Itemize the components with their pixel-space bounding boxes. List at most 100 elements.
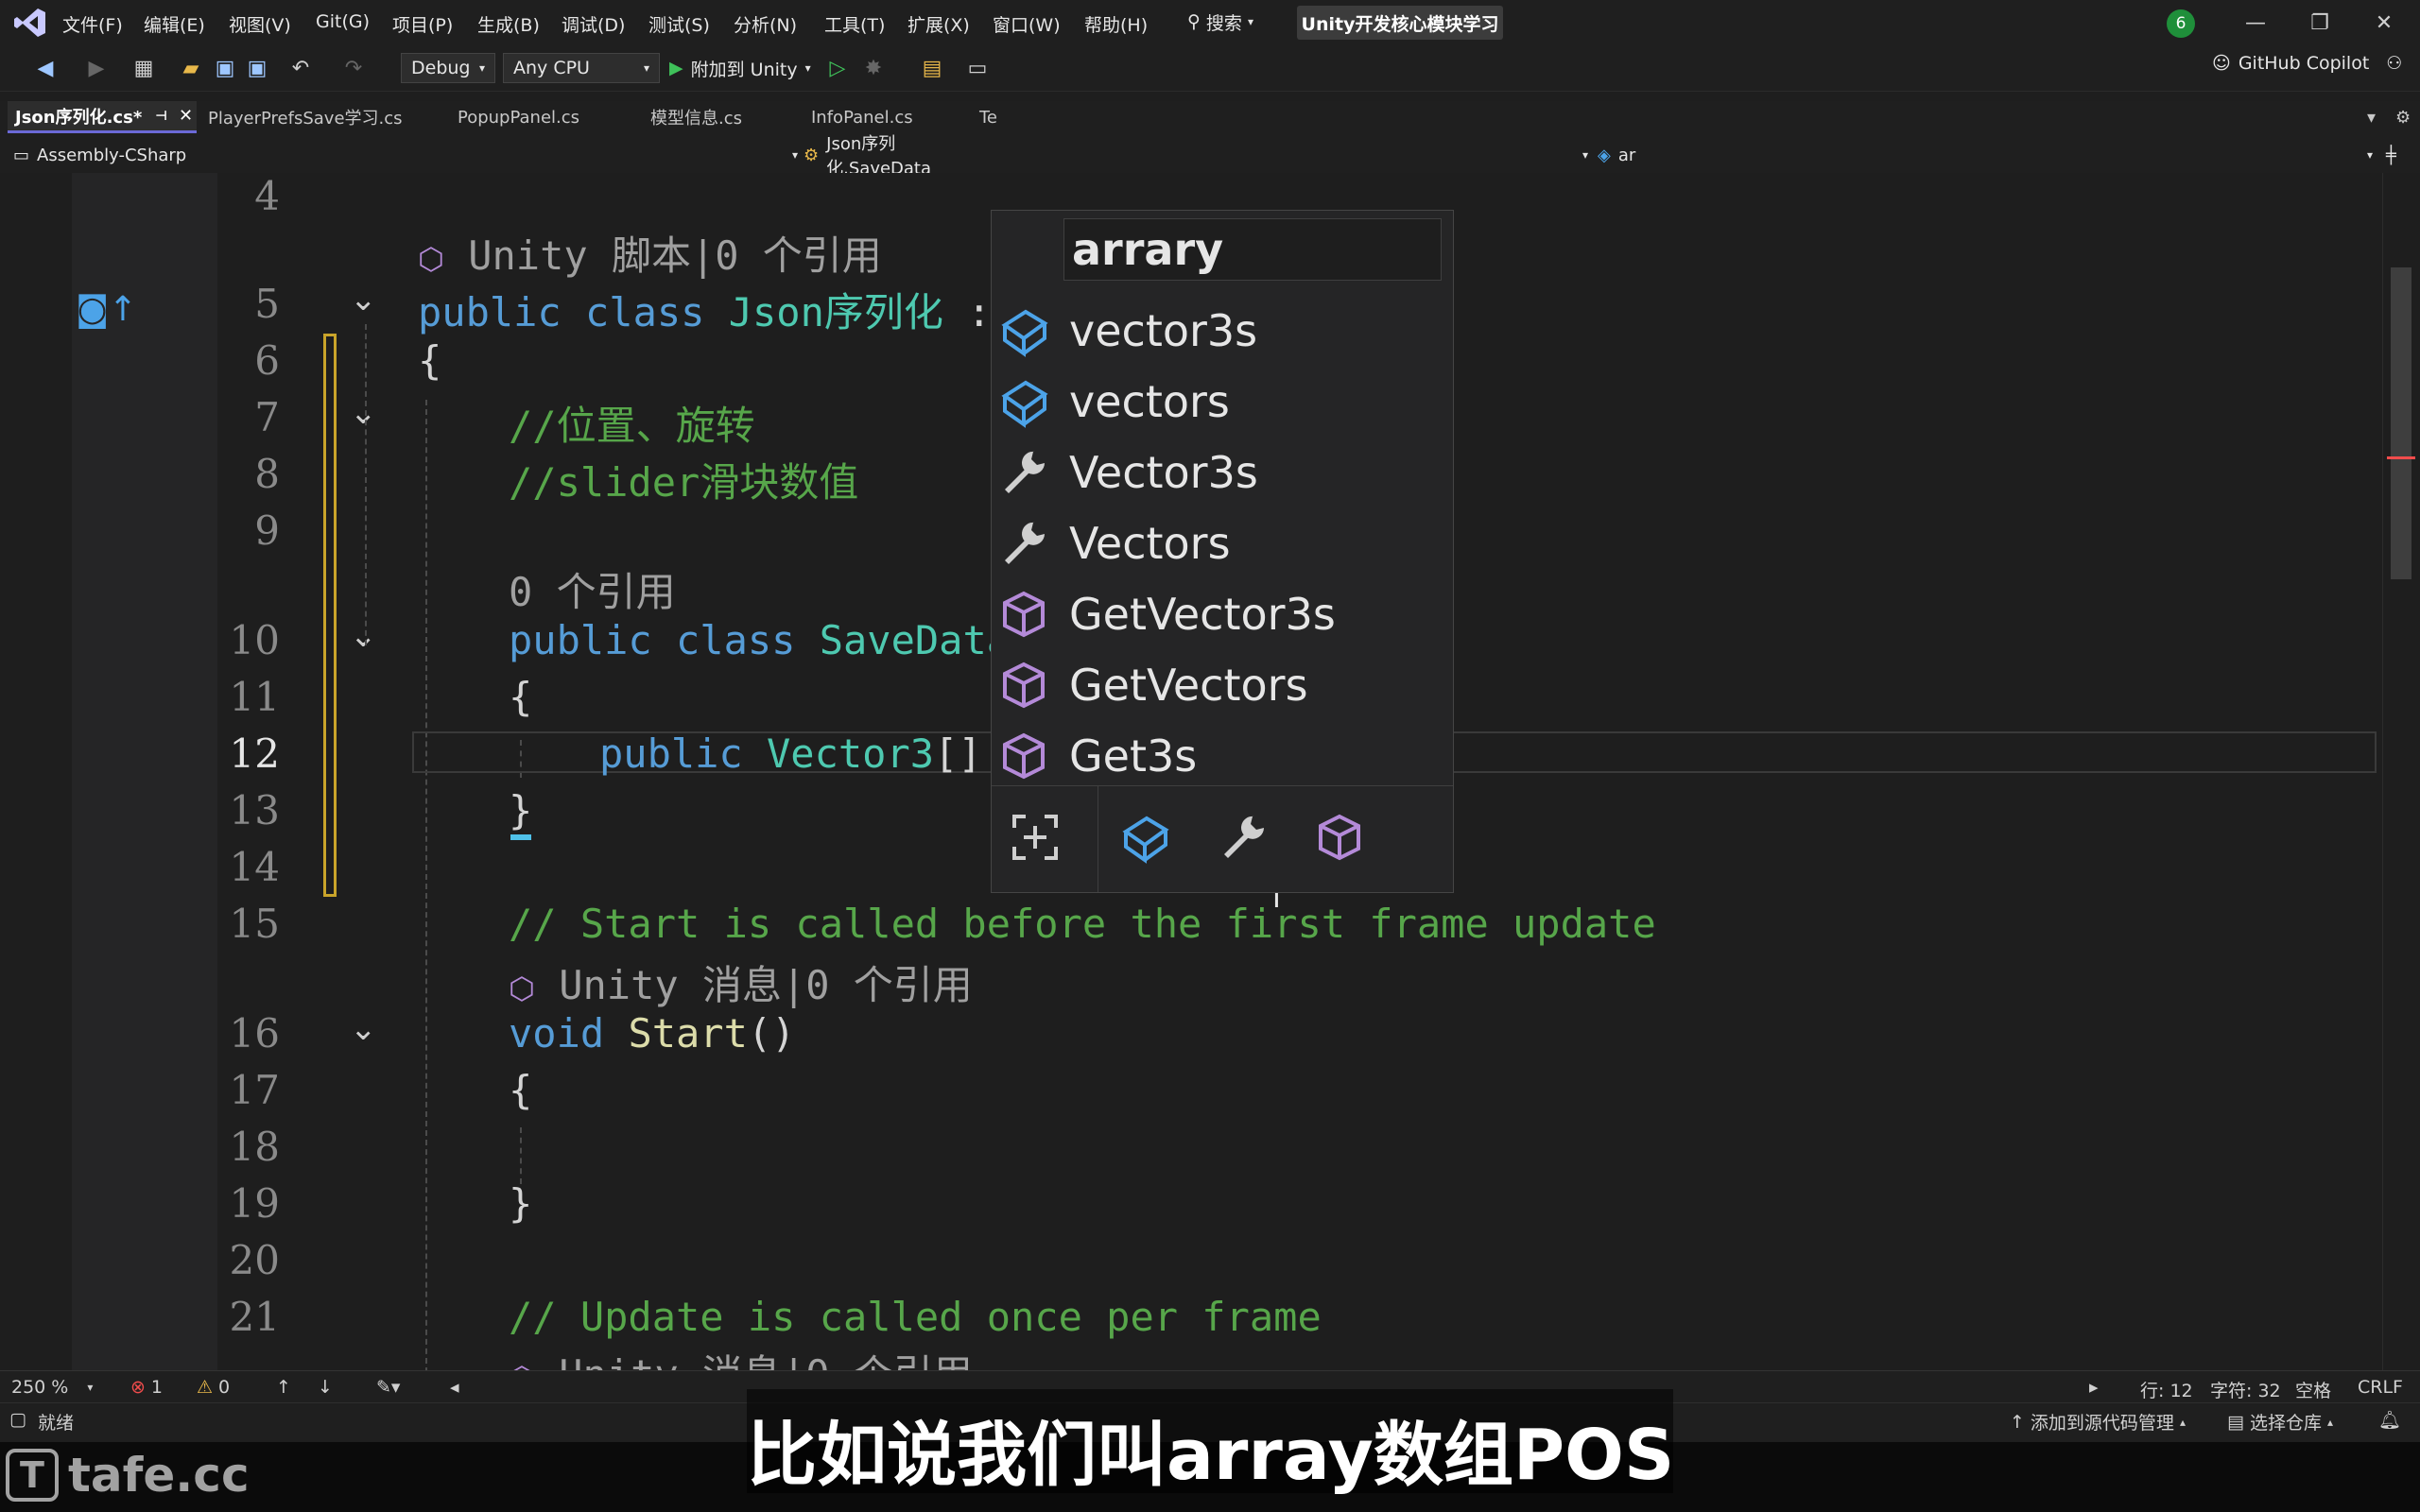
project-select[interactable]: ▭ Assembly-CSharp ▾ xyxy=(13,141,798,169)
indent-guide xyxy=(425,400,427,1370)
line-ending-indicator[interactable]: CRLF xyxy=(2358,1377,2403,1398)
menu-extensions[interactable]: 扩展(X) xyxy=(908,11,970,37)
chevron-down-icon: ▾ xyxy=(804,61,811,75)
fold-toggle-icon[interactable]: ⌄ xyxy=(350,394,377,432)
fold-toggle-icon[interactable]: ⌄ xyxy=(350,281,377,318)
char-indicator[interactable]: 字符: 32 xyxy=(2210,1377,2281,1402)
select-repository-button[interactable]: ▤ 选择仓库 ▴ xyxy=(2227,1409,2333,1435)
filter-methods-icon[interactable] xyxy=(1309,807,1370,868)
code-editor[interactable]: ◙↑ 4 5 6 7 8 9 10 11 12 13 14 15 16 17 1… xyxy=(0,173,2420,1370)
redo-icon[interactable]: ↷ xyxy=(340,55,367,81)
menu-project[interactable]: 项目(P) xyxy=(392,11,453,37)
fold-toggle-icon[interactable]: ⌄ xyxy=(350,617,377,655)
previous-issue-icon[interactable]: ↑ xyxy=(276,1377,291,1398)
menu-view[interactable]: 视图(V) xyxy=(229,11,291,37)
class-name: SaveData xyxy=(819,617,1011,663)
completion-item-GetVectors[interactable]: GetVectors xyxy=(997,652,1447,718)
navigate-forward-icon[interactable]: ▶ xyxy=(83,55,110,81)
type-dropdown-arrow[interactable]: ▾ xyxy=(1456,141,1588,169)
filter-fields-icon[interactable] xyxy=(1115,807,1175,868)
output-window-icon[interactable]: ▢ xyxy=(9,1409,26,1430)
scroll-left-icon[interactable]: ◂ xyxy=(450,1377,459,1398)
open-folder-icon[interactable]: ▰ xyxy=(178,55,204,81)
copilot-icon: ☺ xyxy=(2212,53,2231,74)
unity-script-glyph-icon[interactable]: ◙↑ xyxy=(76,290,137,329)
codelens-unity-script[interactable]: ⬡ Unity 脚本|0 个引用 xyxy=(418,224,882,282)
platform-select[interactable]: Any CPU ▾ xyxy=(503,53,660,83)
codelens-references[interactable]: 0 个引用 xyxy=(509,560,676,618)
tab-list-icon[interactable]: ▾ xyxy=(2360,101,2388,133)
line-number: 7 xyxy=(254,394,280,440)
tab-popuppanel[interactable]: PopupPanel.cs xyxy=(450,101,639,133)
search-box[interactable]: ⚲ 搜索 ▾ xyxy=(1187,8,1253,36)
save-icon[interactable]: ▣ xyxy=(212,55,238,81)
vertical-scrollbar[interactable] xyxy=(2382,173,2420,1370)
close-icon[interactable]: ✕ xyxy=(179,106,193,126)
intellisense-popup[interactable]: arrary vector3s vectors Vector3s Vectors… xyxy=(991,210,1454,893)
member-select[interactable]: ◈ ar ▾ xyxy=(1598,141,2373,169)
next-issue-icon[interactable]: ↓ xyxy=(318,1377,333,1398)
menu-analyze[interactable]: 分析(N) xyxy=(734,11,797,37)
configuration-select[interactable]: Debug ▾ xyxy=(401,53,495,83)
tab-playerprefs[interactable]: PlayerPrefsSave学习.cs xyxy=(200,101,437,133)
error-count[interactable]: ⊗ 1 xyxy=(130,1377,163,1398)
tab-json-serialization[interactable]: Json序列化.cs* ⊣ ✕ xyxy=(8,101,197,133)
warning-count[interactable]: ⚠ 0 xyxy=(197,1377,230,1398)
completion-item-Vectors[interactable]: Vectors xyxy=(997,510,1447,576)
type-select[interactable]: ⚙ Json序列化.SaveData xyxy=(804,134,993,179)
layout-icon[interactable]: ▭ xyxy=(964,55,991,81)
navigate-back-icon[interactable]: ◀ xyxy=(32,55,59,81)
menu-build[interactable]: 生成(B) xyxy=(477,11,540,37)
completion-item-Get3s[interactable]: Get3s xyxy=(997,723,1447,789)
tab-overflow[interactable]: Te xyxy=(972,101,1000,133)
notification-bell-icon[interactable]: 🔔︎ xyxy=(2378,1409,2401,1431)
code-line-17: { xyxy=(509,1067,533,1113)
notification-badge[interactable]: 6 xyxy=(2167,9,2195,38)
start-without-debug-icon[interactable]: ▷ xyxy=(824,55,851,81)
indent-guide xyxy=(520,1127,522,1184)
new-item-icon[interactable]: ▦ xyxy=(130,55,157,81)
codelens-unity-message[interactable]: ⬡ Unity 消息|0 个引用 xyxy=(509,954,973,1011)
method-icon xyxy=(1003,732,1045,780)
expand-scope-icon[interactable] xyxy=(1005,807,1065,868)
menu-edit[interactable]: 编辑(E) xyxy=(144,11,205,37)
menu-help[interactable]: 帮助(H) xyxy=(1084,11,1148,37)
code-cleanup-icon[interactable]: ✎▾ xyxy=(376,1377,400,1398)
intellisense-filter-text: arrary xyxy=(1063,218,1442,281)
restore-icon[interactable]: ❐ xyxy=(2303,6,2337,40)
zoom-select[interactable]: 250 % ▾ xyxy=(11,1377,93,1398)
completion-item-vectors[interactable]: vectors xyxy=(997,369,1447,435)
tab-model-info[interactable]: 模型信息.cs xyxy=(643,101,804,133)
visual-studio-logo-icon[interactable] xyxy=(13,6,47,40)
pin-icon[interactable]: ⊣ xyxy=(155,109,167,124)
completion-item-Vector3s[interactable]: Vector3s xyxy=(997,439,1447,506)
completion-item-vector3s[interactable]: vector3s xyxy=(997,298,1447,364)
whitespace-indicator[interactable]: 空格 xyxy=(2295,1377,2331,1402)
save-all-icon[interactable]: ▣ xyxy=(244,55,270,81)
add-to-source-control-button[interactable]: ↑ 添加到源代码管理 ▴ xyxy=(2010,1409,2186,1435)
scrollbar-thumb[interactable] xyxy=(2391,267,2411,579)
filter-properties-icon[interactable] xyxy=(1213,807,1273,868)
split-window-icon[interactable]: ╪ xyxy=(2386,141,2414,169)
menu-git[interactable]: Git(G) xyxy=(316,11,370,32)
codelens-unity-message[interactable]: ⬡ Unity 消息|0 个引用 xyxy=(509,1343,973,1370)
solution-name-badge[interactable]: Unity开发核心模块学习 xyxy=(1297,6,1503,40)
github-copilot-button[interactable]: ☺ GitHub Copilot ⚇ xyxy=(2212,53,2402,74)
menu-tools[interactable]: 工具(T) xyxy=(824,11,885,37)
tab-infopanel[interactable]: InfoPanel.cs xyxy=(804,101,964,133)
close-icon[interactable]: ✕ xyxy=(2367,6,2401,40)
scroll-right-icon[interactable]: ▸ xyxy=(2089,1377,2099,1398)
minimize-icon[interactable]: — xyxy=(2238,6,2273,40)
browse-icon[interactable]: ▤ xyxy=(919,55,945,81)
menu-test[interactable]: 测试(S) xyxy=(648,11,710,37)
menu-window[interactable]: 窗口(W) xyxy=(993,11,1061,37)
menu-debug[interactable]: 调试(D) xyxy=(562,11,625,37)
menu-file[interactable]: 文件(F) xyxy=(62,11,123,37)
hot-reload-icon[interactable]: ✸ xyxy=(860,55,887,81)
line-indicator[interactable]: 行: 12 xyxy=(2140,1377,2193,1402)
gear-icon[interactable]: ⚙ xyxy=(2388,101,2416,133)
completion-item-GetVector3s[interactable]: GetVector3s xyxy=(997,581,1447,647)
undo-icon[interactable]: ↶ xyxy=(287,55,314,81)
fold-toggle-icon[interactable]: ⌄ xyxy=(350,1010,377,1048)
attach-to-unity-button[interactable]: ▶ 附加到 Unity ▾ xyxy=(669,53,811,83)
